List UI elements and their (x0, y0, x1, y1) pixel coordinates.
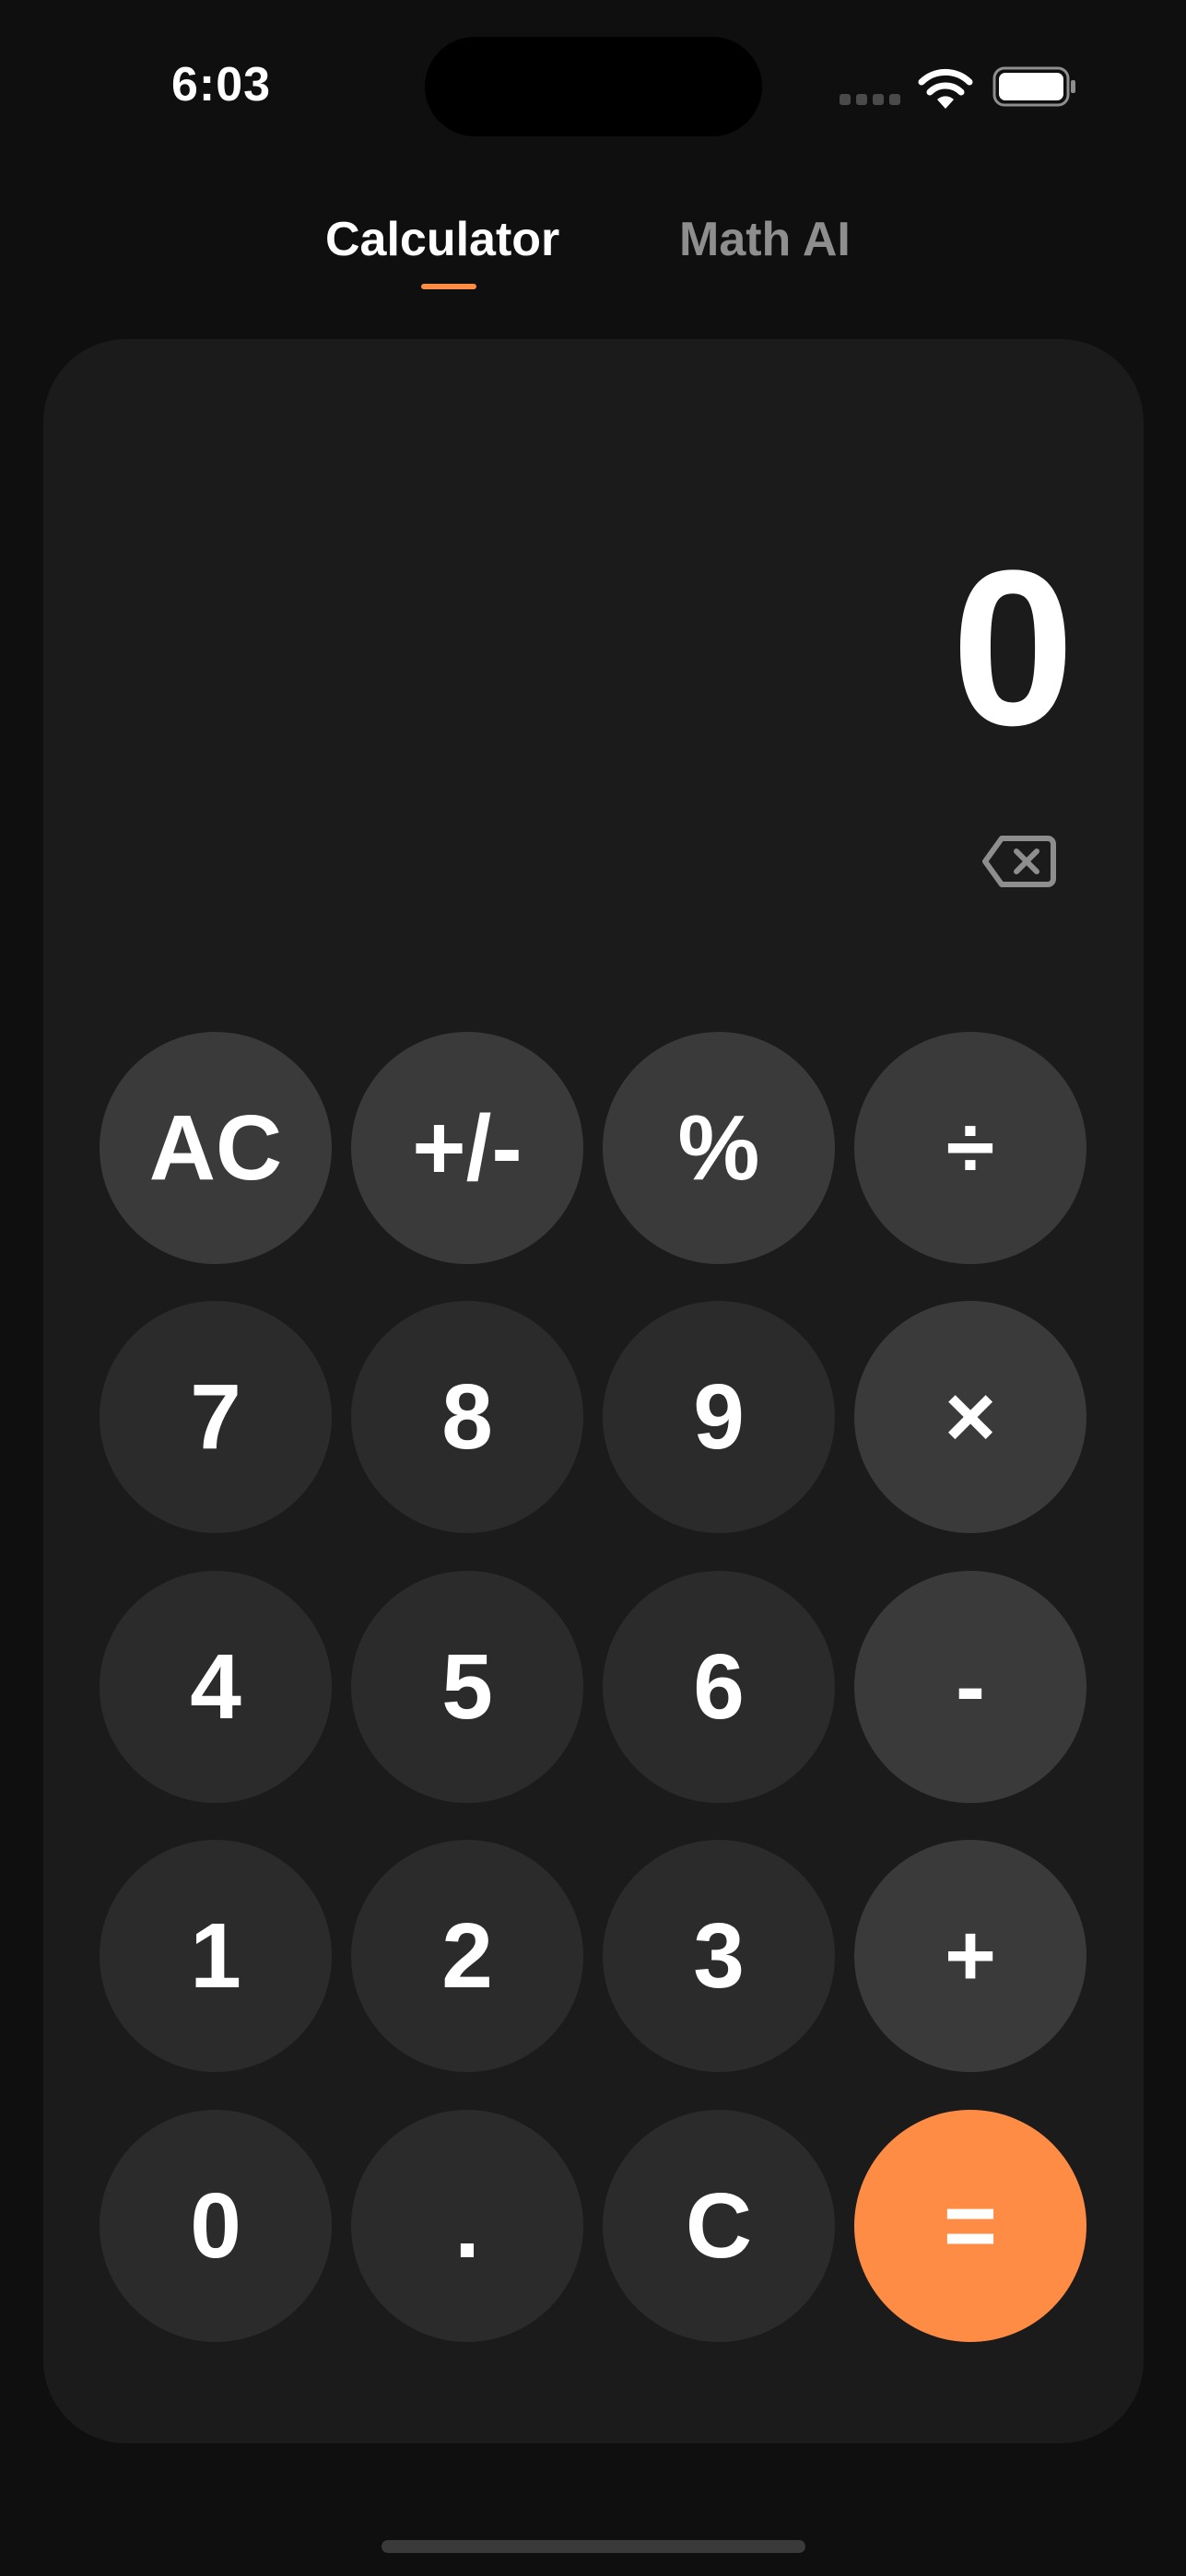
digit-0-button[interactable]: 0 (100, 2110, 332, 2342)
active-tab-indicator (421, 284, 476, 289)
tab-math-ai[interactable]: Math AI (679, 212, 851, 267)
tab-calculator[interactable]: Calculator (325, 212, 559, 267)
equals-button[interactable]: = (854, 2110, 1086, 2342)
digit-3-button[interactable]: 3 (603, 1840, 835, 2072)
add-button[interactable]: + (854, 1840, 1086, 2072)
digit-5-button[interactable]: 5 (351, 1571, 583, 1803)
digit-8-button[interactable]: 8 (351, 1301, 583, 1533)
tab-bar: Calculator Math AI (0, 212, 1186, 304)
divide-button[interactable]: ÷ (854, 1032, 1086, 1264)
digit-6-button[interactable]: 6 (603, 1571, 835, 1803)
battery-icon (992, 66, 1075, 107)
keypad: AC +/- % ÷ 7 8 9 × 4 5 6 - 1 2 3 + 0 . C… (100, 1032, 1091, 2346)
home-indicator (382, 2540, 805, 2553)
percent-button[interactable]: % (603, 1032, 835, 1264)
clear-button[interactable]: C (603, 2110, 835, 2342)
decimal-button[interactable]: . (351, 2110, 583, 2342)
wifi-icon (918, 68, 973, 109)
digit-4-button[interactable]: 4 (100, 1571, 332, 1803)
digit-1-button[interactable]: 1 (100, 1840, 332, 2072)
digit-2-button[interactable]: 2 (351, 1840, 583, 2072)
plus-minus-button[interactable]: +/- (351, 1032, 583, 1264)
app-screen: 6:03 Calculator Math AI 0 AC +/- % ÷ 7 8 (0, 0, 1186, 2576)
display-value: 0 (951, 524, 1074, 771)
backspace-icon[interactable] (981, 833, 1057, 890)
digit-9-button[interactable]: 9 (603, 1301, 835, 1533)
digit-7-button[interactable]: 7 (100, 1301, 332, 1533)
dynamic-island (425, 37, 762, 136)
multiply-button[interactable]: × (854, 1301, 1086, 1533)
status-time: 6:03 (171, 58, 272, 111)
signal-icon (840, 94, 900, 105)
subtract-button[interactable]: - (854, 1571, 1086, 1803)
all-clear-button[interactable]: AC (100, 1032, 332, 1264)
